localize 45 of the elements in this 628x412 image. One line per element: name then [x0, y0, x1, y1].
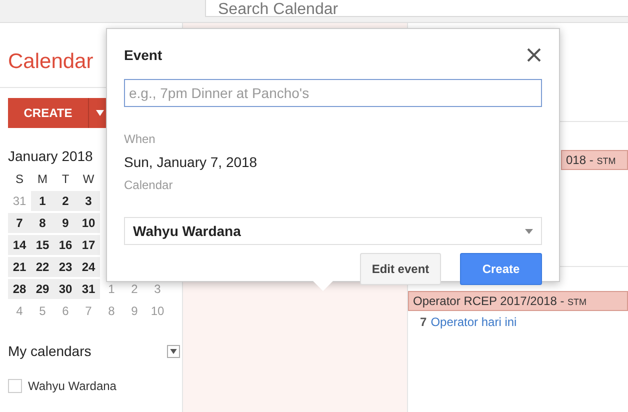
date-cell[interactable]: 31: [77, 279, 100, 299]
search-field[interactable]: Search Calendar: [205, 0, 628, 17]
checkbox[interactable]: [8, 379, 22, 393]
popup-title: Event: [124, 47, 162, 63]
weekday-label: W: [82, 171, 96, 188]
section-label: My calendars: [8, 343, 92, 359]
date-cell[interactable]: 7: [8, 213, 31, 233]
edit-button[interactable]: Edit event: [360, 253, 441, 285]
weekday-label: T: [60, 171, 70, 188]
field-label: When: [124, 131, 156, 147]
date-cell[interactable]: 17: [77, 235, 100, 255]
date-cell[interactable]: 21: [8, 257, 31, 277]
date-cell[interactable]: 10: [77, 213, 100, 233]
date-text: Sun, January 7, 2018: [124, 154, 258, 170]
event-chip[interactable]: 018 - STM: [561, 150, 628, 170]
date-cell[interactable]: 14: [8, 235, 31, 255]
caret-icon: [96, 110, 104, 116]
date-cell[interactable]: 15: [31, 235, 54, 255]
calendar-name[interactable]: Wahyu Wardana: [28, 379, 116, 393]
close-icon[interactable]: [527, 48, 541, 62]
event-count: 7: [420, 315, 427, 329]
date-cell[interactable]: 23: [54, 257, 77, 277]
caret-icon: [525, 228, 533, 234]
dropdown-icon[interactable]: [167, 344, 180, 358]
date-cell[interactable]: 2: [54, 191, 77, 211]
event-chip[interactable]: Operator RCEP 2017/2018 - STM: [408, 291, 628, 311]
calendar-select[interactable]: Wahyu Wardana: [124, 217, 542, 245]
event-input[interactable]: e.g., 7pm Dinner at Pancho's: [124, 79, 542, 107]
date-cell[interactable]: 1: [31, 191, 54, 211]
date-cell[interactable]: 29: [31, 279, 54, 299]
date-cell[interactable]: 24: [77, 257, 100, 277]
date-cell[interactable]: 9: [54, 213, 77, 233]
date-cell[interactable]: 16: [54, 235, 77, 255]
month-label: January 2018: [8, 148, 93, 164]
date-cell[interactable]: 28: [8, 279, 31, 299]
create-button[interactable]: CREATE: [8, 98, 88, 128]
date-cell[interactable]: 8: [31, 213, 54, 233]
date-cell[interactable]: 30: [54, 279, 77, 299]
weekday-label: M: [36, 171, 48, 188]
more-link[interactable]: Operator hari ini: [430, 315, 517, 329]
app-title: Calendar: [8, 50, 94, 74]
date-cell[interactable]: 22: [31, 257, 54, 277]
field-label: Calendar: [124, 177, 174, 193]
date-cell[interactable]: 3: [77, 191, 100, 211]
weekday-label: S: [14, 171, 24, 188]
